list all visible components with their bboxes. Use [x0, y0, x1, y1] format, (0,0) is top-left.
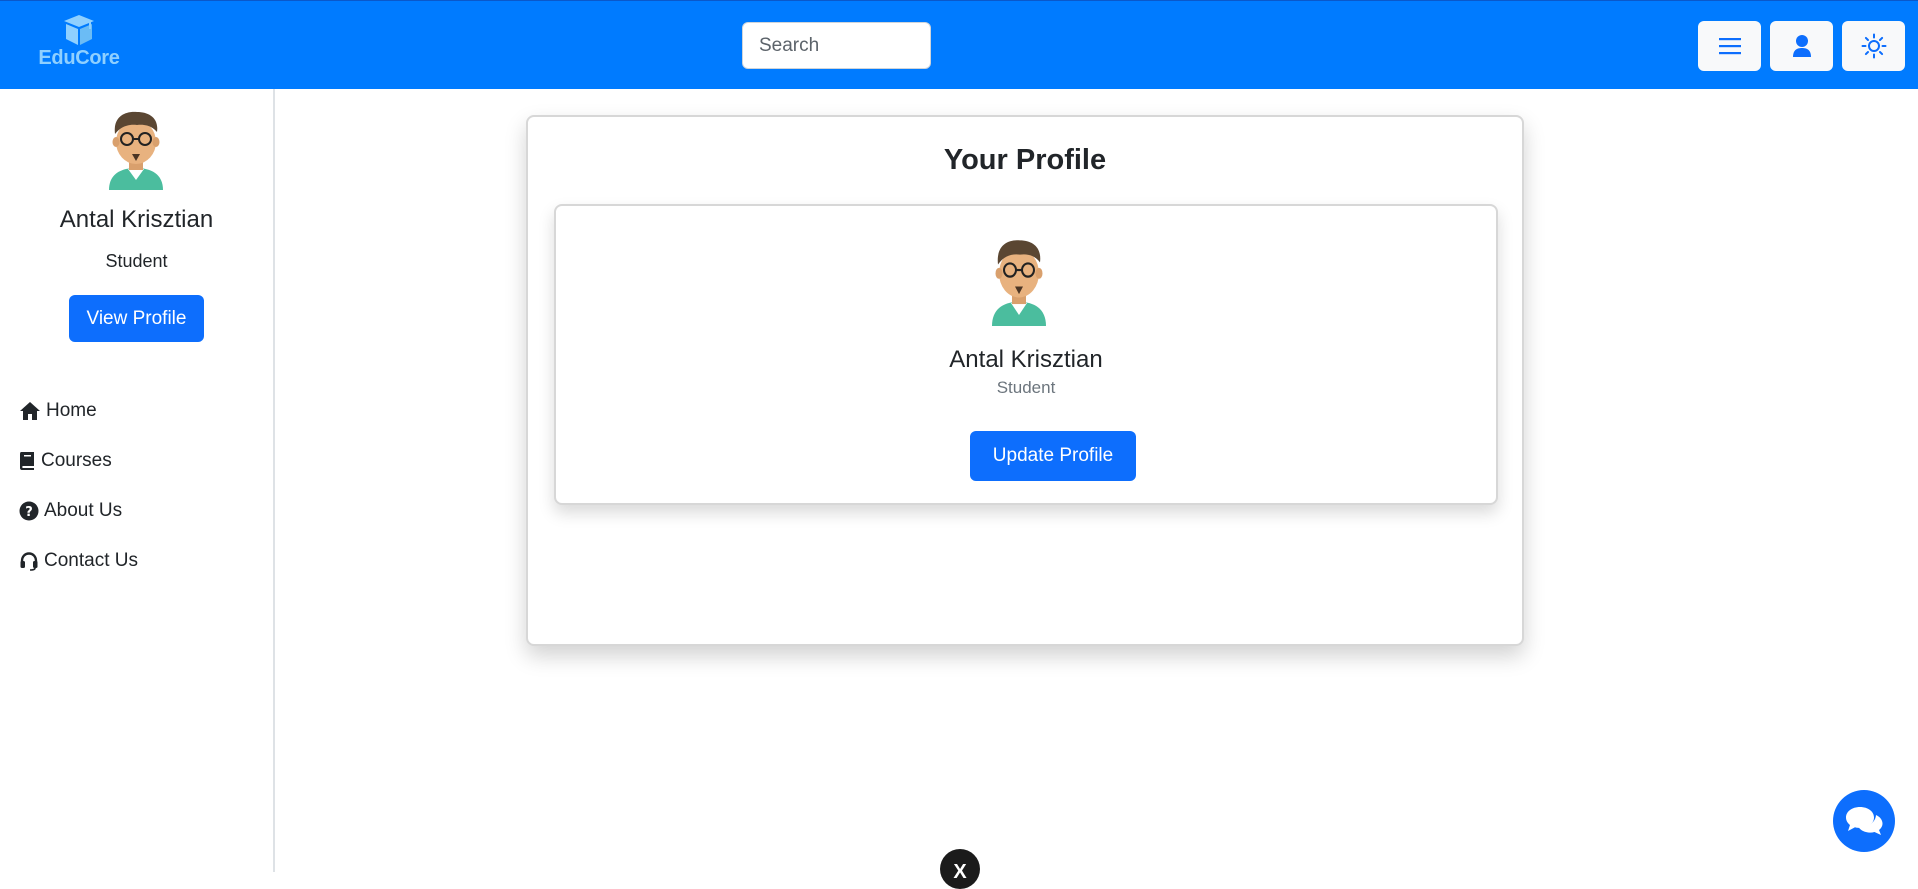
- sidebar-item-contact[interactable]: Contact Us: [19, 536, 138, 586]
- profile-name: Antal Krisztian: [949, 346, 1103, 373]
- sidebar-item-label: Home: [46, 400, 97, 421]
- avatar: [109, 111, 163, 190]
- book-icon: [20, 452, 34, 470]
- svg-text:?: ?: [25, 505, 33, 520]
- sidebar-user-name: Antal Krisztian: [59, 206, 214, 233]
- sidebar-user-role: Student: [105, 251, 168, 271]
- sidebar-item-label: About Us: [44, 500, 123, 521]
- profile-card: Antal Krisztian Student Update Profile: [554, 204, 1498, 505]
- update-profile-button[interactable]: Update Profile: [970, 431, 1136, 481]
- theme-toggle-button[interactable]: [1842, 21, 1905, 71]
- user-icon: [1792, 35, 1811, 57]
- sidebar-nav: Home Courses ? About Us Contact Us: [19, 386, 138, 586]
- profile-role: Student: [996, 378, 1056, 397]
- sidebar-item-label: Courses: [41, 450, 112, 471]
- sidebar-item-about[interactable]: ? About Us: [19, 486, 138, 536]
- view-profile-button[interactable]: View Profile: [69, 295, 204, 342]
- sidebar: Antal Krisztian Student View Profile Hom…: [0, 89, 275, 872]
- avatar: [992, 240, 1046, 326]
- question-circle-icon: ?: [19, 501, 39, 521]
- top-navbar: EduCore: [0, 0, 1918, 89]
- profile-page-card: Your Profile Antal Krisztian Student Upd…: [526, 115, 1524, 646]
- chat-bubbles-icon: [1846, 807, 1883, 835]
- sidebar-item-label: Contact Us: [44, 550, 138, 571]
- home-icon: [20, 402, 40, 420]
- brand-logo[interactable]: EduCore: [34, 13, 124, 77]
- graduation-box-icon: [64, 15, 94, 45]
- sun-icon: [1861, 33, 1886, 59]
- menu-toggle-button[interactable]: [1698, 21, 1761, 71]
- hamburger-menu-icon: [1718, 38, 1741, 55]
- brand-name: EduCore: [38, 47, 120, 69]
- chat-button[interactable]: [1833, 790, 1895, 852]
- page-title: Your Profile: [943, 144, 1107, 176]
- close-widget-button[interactable]: X: [940, 849, 980, 889]
- sidebar-item-home[interactable]: Home: [19, 386, 138, 436]
- search-input[interactable]: [742, 22, 931, 69]
- user-menu-button[interactable]: [1770, 21, 1833, 71]
- sidebar-item-courses[interactable]: Courses: [19, 436, 138, 486]
- headset-icon: [20, 552, 38, 571]
